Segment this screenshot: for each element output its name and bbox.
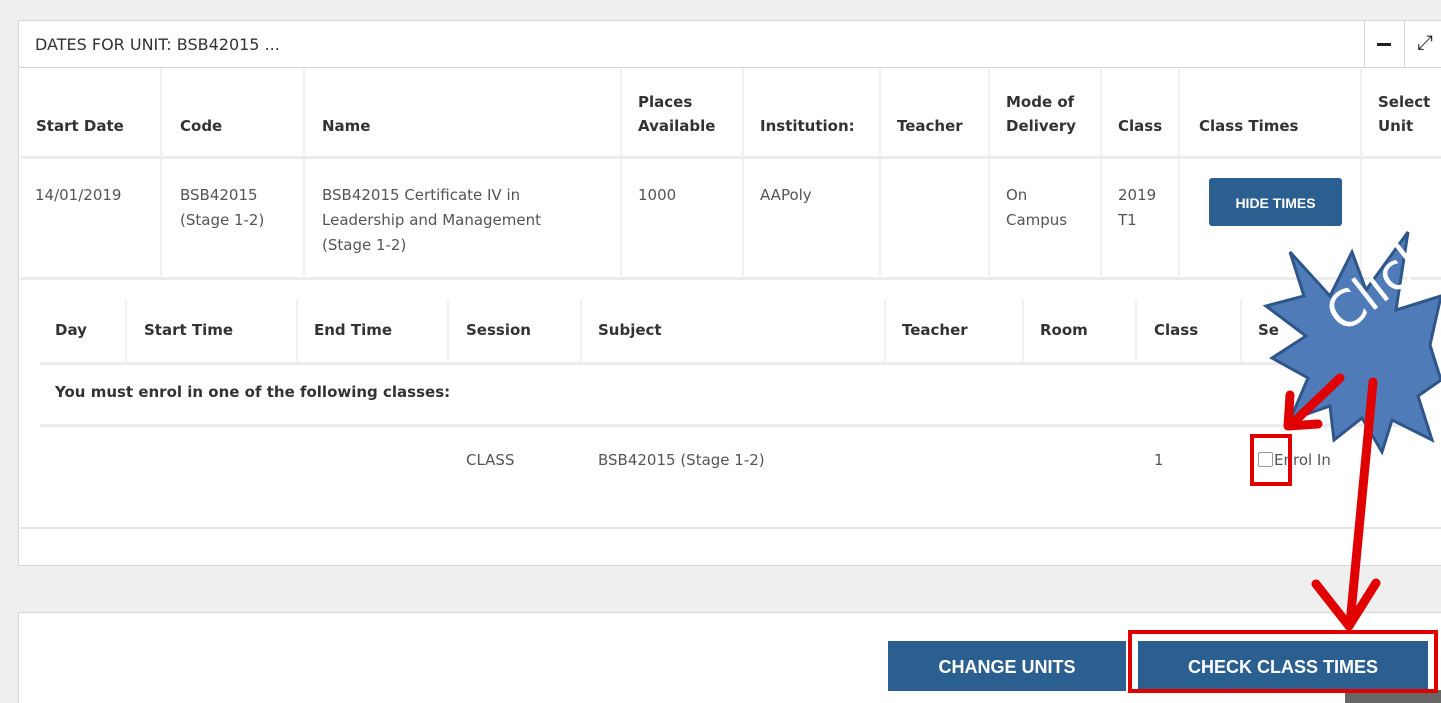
unit-dates-panel: DATES FOR UNIT: BSB42015 ... ⤢	[18, 20, 1441, 566]
column-divider	[879, 68, 881, 276]
header-teacher: Teacher	[897, 117, 963, 135]
hide-times-button[interactable]: HIDE TIMES	[1209, 178, 1342, 226]
sub-header-session: Session	[466, 321, 531, 339]
header-mode-line1: Mode of	[1006, 93, 1075, 111]
panel-bottom-divider	[20, 527, 1441, 529]
row-places: 1000	[638, 186, 677, 204]
row-code-line1: BSB42015	[180, 186, 258, 204]
header-mode-line2: Delivery	[1006, 117, 1077, 135]
row-mode-line1: On	[1006, 186, 1028, 204]
maximize-button[interactable]: ⤢	[1404, 21, 1441, 67]
minimize-button[interactable]	[1364, 21, 1405, 67]
header-places-line1: Places	[638, 93, 693, 111]
column-divider	[447, 300, 449, 362]
sub-row-subject: BSB42015 (Stage 1-2)	[598, 451, 765, 469]
column-divider	[296, 300, 298, 362]
minimize-icon	[1377, 43, 1391, 46]
column-divider	[742, 68, 744, 276]
sub-header-subject: Subject	[598, 321, 662, 339]
column-divider	[1178, 68, 1180, 276]
sub-row-session: CLASS	[466, 451, 515, 469]
header-class: Class	[1118, 117, 1163, 135]
row-class-line2: T1	[1118, 211, 1137, 229]
expand-icon: ⤢	[1417, 30, 1433, 54]
row-institution: AAPoly	[760, 186, 812, 204]
sub-header-day: Day	[55, 321, 87, 339]
header-select-line2: Unit	[1378, 117, 1414, 135]
row-divider	[20, 277, 1441, 280]
header-divider	[20, 156, 1441, 159]
column-divider	[988, 68, 990, 276]
column-divider	[1240, 300, 1242, 362]
row-name-line3: (Stage 1-2)	[322, 236, 407, 254]
header-code: Code	[180, 117, 223, 135]
row-mode-line2: Campus	[1006, 211, 1068, 229]
checkbox-highlight	[1250, 434, 1292, 486]
change-units-button[interactable]: CHANGE UNITS	[888, 641, 1126, 691]
column-divider	[1022, 300, 1024, 362]
sub-header-class: Class	[1154, 321, 1199, 339]
header-class-times: Class Times	[1199, 117, 1299, 135]
column-divider	[1100, 68, 1102, 276]
sub-header-teacher: Teacher	[902, 321, 968, 339]
panel-title: DATES FOR UNIT: BSB42015 ...	[35, 35, 280, 54]
column-divider	[884, 300, 886, 362]
enrol-notice: You must enrol in one of the following c…	[55, 383, 451, 401]
row-start-date: 14/01/2019	[35, 186, 122, 204]
column-divider	[1360, 68, 1362, 276]
row-divider	[40, 424, 1430, 427]
column-divider	[160, 68, 162, 276]
header-start-date: Start Date	[36, 117, 124, 135]
sub-row-class: 1	[1154, 451, 1164, 469]
header-places-line2: Available	[638, 117, 716, 135]
header-select-line1: Select	[1378, 93, 1431, 111]
sub-header-start-time: Start Time	[144, 321, 234, 339]
gap-strip	[18, 566, 1441, 610]
column-divider	[580, 300, 582, 362]
sub-header-room: Room	[1040, 321, 1088, 339]
header-divider	[40, 362, 1430, 365]
row-name-line2: Leadership and Management	[322, 211, 542, 229]
row-code-line2: (Stage 1-2)	[180, 211, 265, 229]
column-divider	[620, 68, 622, 276]
header-name: Name	[322, 117, 371, 135]
column-divider	[125, 300, 127, 362]
header-institution: Institution:	[760, 117, 855, 135]
sub-header-select: Se	[1258, 321, 1279, 339]
column-divider	[303, 68, 305, 276]
check-button-highlight	[1128, 630, 1438, 693]
row-name-line1: BSB42015 Certificate IV in	[322, 186, 521, 204]
row-class-line1: 2019	[1118, 186, 1157, 204]
panel-header: DATES FOR UNIT: BSB42015 ... ⤢	[19, 21, 1441, 68]
column-divider	[1135, 300, 1137, 362]
sub-header-end-time: End Time	[314, 321, 393, 339]
